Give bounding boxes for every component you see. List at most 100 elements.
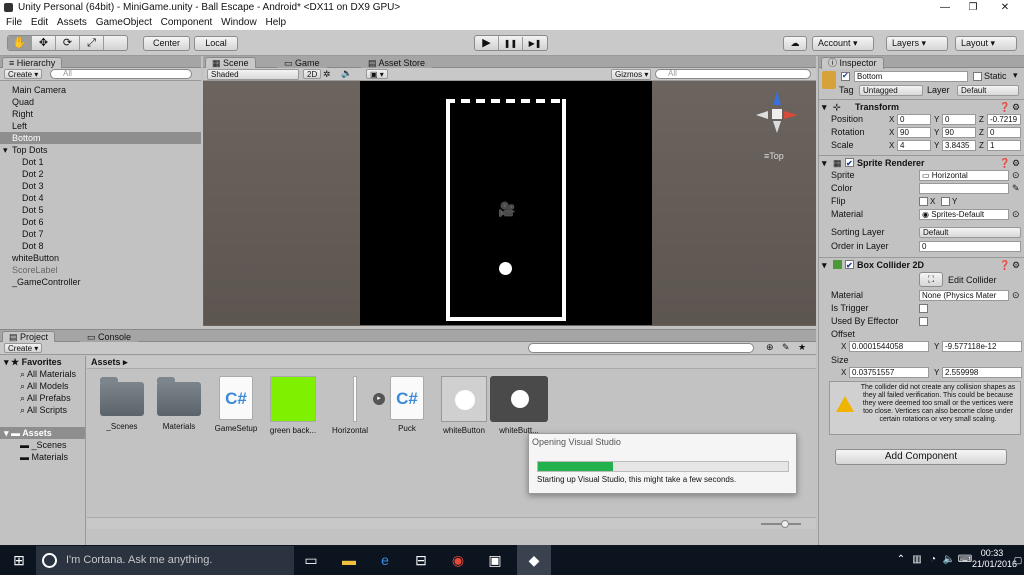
favorite-all-materials[interactable]: ⌕ All Materials bbox=[0, 368, 85, 380]
notifications-icon[interactable]: ▢ bbox=[1012, 550, 1024, 570]
lighting-toggle-icon[interactable]: ✲ bbox=[323, 69, 331, 80]
rotation-y-field[interactable]: 90 bbox=[942, 127, 976, 138]
static-checkbox[interactable] bbox=[973, 72, 982, 81]
hierarchy-item[interactable]: Bottom bbox=[0, 132, 201, 144]
component-help-icon[interactable]: ❓ bbox=[999, 100, 1010, 114]
favorite-all-prefabs[interactable]: ⌕ All Prefabs bbox=[0, 392, 85, 404]
add-component-button[interactable]: Add Component bbox=[835, 449, 1007, 465]
favorites-header[interactable]: ▾ ★ Favorites bbox=[0, 356, 85, 368]
hierarchy-item[interactable]: Main Camera bbox=[0, 84, 201, 96]
scale-y-field[interactable]: 3.8435 bbox=[942, 140, 976, 151]
offset-y-field[interactable]: -9.577118e-12 bbox=[942, 341, 1022, 352]
hierarchy-item[interactable]: Dot 4 bbox=[0, 192, 201, 204]
pause-button[interactable]: ❚❚ bbox=[499, 37, 523, 50]
object-picker-icon[interactable]: ⊙ bbox=[1012, 289, 1020, 302]
component-help-icon[interactable]: ❓ bbox=[999, 258, 1010, 272]
menu-gameobject[interactable]: GameObject bbox=[96, 16, 152, 30]
hierarchy-search-input[interactable]: All bbox=[50, 69, 192, 79]
is-trigger-checkbox[interactable] bbox=[919, 304, 928, 313]
hierarchy-create-button[interactable]: Create ▾ bbox=[4, 69, 43, 79]
audio-toggle-icon[interactable]: 🔈 bbox=[341, 68, 352, 79]
scene-search-input[interactable]: All bbox=[655, 69, 811, 79]
hierarchy-item[interactable]: _GameController bbox=[0, 276, 201, 288]
menu-edit[interactable]: Edit bbox=[31, 16, 48, 30]
gizmos-dropdown[interactable]: Gizmos ▾ bbox=[611, 69, 651, 80]
hierarchy-item[interactable]: Dot 7 bbox=[0, 228, 201, 240]
object-picker-icon[interactable]: ⊙ bbox=[1012, 169, 1020, 182]
size-y-field[interactable]: 2.559998 bbox=[942, 367, 1022, 378]
move-tool-icon[interactable]: ✥ bbox=[32, 36, 56, 50]
transform-header[interactable]: ▾ ⊹ Transform ❓ ⚙ bbox=[819, 99, 1024, 113]
restore-button[interactable]: ❐ bbox=[958, 0, 988, 16]
tree-folder-materials[interactable]: ▬ Materials bbox=[0, 451, 85, 463]
hierarchy-item[interactable]: Dot 8 bbox=[0, 240, 201, 252]
cortana-search-box[interactable]: I'm Cortana. Ask me anything. bbox=[36, 546, 294, 575]
asset-item[interactable]: C# Puck bbox=[378, 376, 436, 433]
flip-x-checkbox[interactable] bbox=[919, 197, 928, 206]
favorite-all-scripts[interactable]: ⌕ All Scripts bbox=[0, 404, 85, 416]
flip-y-checkbox[interactable] bbox=[941, 197, 950, 206]
cloud-icon[interactable]: ☁ bbox=[783, 36, 807, 51]
sorting-layer-dropdown[interactable]: Default bbox=[919, 227, 1021, 238]
asset-item[interactable]: whiteButton bbox=[435, 376, 493, 435]
pivot-center-button[interactable]: Center bbox=[143, 36, 190, 51]
active-checkbox[interactable] bbox=[841, 71, 850, 81]
box-collider-header[interactable]: ▾ Box Collider 2D ❓ ⚙ bbox=[819, 257, 1024, 273]
collider-material-field[interactable]: None (Physics Mater bbox=[919, 290, 1009, 301]
filter-type-icon[interactable]: ⊕ bbox=[766, 342, 774, 353]
filter-label-icon[interactable]: ✎ bbox=[782, 342, 790, 353]
space-local-button[interactable]: Local bbox=[194, 36, 238, 51]
store-icon[interactable]: ⊟ bbox=[410, 550, 432, 570]
tag-dropdown[interactable]: Untagged bbox=[859, 85, 923, 96]
gizmo-neg-x-icon[interactable] bbox=[756, 111, 768, 119]
menu-assets[interactable]: Assets bbox=[57, 16, 87, 30]
mode-2d-toggle[interactable]: 2D bbox=[303, 69, 322, 79]
edit-collider-button[interactable]: ⛶ bbox=[919, 272, 943, 287]
gizmo-center-icon[interactable] bbox=[772, 109, 782, 119]
hierarchy-item[interactable]: Dot 1 bbox=[0, 156, 201, 168]
rotate-tool-icon[interactable]: ⟳ bbox=[56, 36, 80, 50]
offset-x-field[interactable]: 0.0001544058 bbox=[849, 341, 929, 352]
hierarchy-item[interactable]: ▾ Top Dots bbox=[0, 144, 201, 156]
static-dropdown-icon[interactable]: ▾ bbox=[1013, 70, 1018, 81]
asset-item[interactable]: Materials bbox=[150, 376, 208, 431]
sprite-renderer-enabled-checkbox[interactable] bbox=[845, 157, 854, 171]
hierarchy-item[interactable]: ScoreLabel bbox=[0, 264, 201, 276]
scale-tool-icon[interactable]: ⤢ bbox=[80, 36, 104, 50]
file-explorer-icon[interactable]: ▬ bbox=[338, 550, 360, 570]
asset-item[interactable]: whiteButt... bbox=[489, 376, 549, 435]
slider-handle[interactable] bbox=[781, 520, 789, 528]
rotation-z-field[interactable]: 0 bbox=[987, 127, 1021, 138]
object-name-field[interactable]: Bottom bbox=[854, 71, 968, 82]
effects-dropdown[interactable]: ▣ ▾ bbox=[366, 69, 388, 79]
expand-arrow-icon[interactable]: ▾ bbox=[3, 144, 8, 156]
expand-arrow-icon[interactable]: ▾ bbox=[822, 258, 827, 272]
gizmo-z-axis-icon[interactable] bbox=[773, 91, 781, 105]
edge-browser-icon[interactable]: e bbox=[374, 550, 396, 570]
box-collider-enabled-checkbox[interactable] bbox=[845, 259, 854, 273]
eyedropper-icon[interactable]: ✎ bbox=[1012, 182, 1020, 195]
hierarchy-item[interactable]: whiteButton bbox=[0, 252, 201, 264]
layout-dropdown[interactable]: Layout ▾ bbox=[955, 36, 1017, 51]
tab-inspector[interactable]: ⓘ Inspector bbox=[821, 57, 884, 69]
hierarchy-item[interactable]: Right bbox=[0, 108, 201, 120]
close-button[interactable]: ✕ bbox=[990, 0, 1020, 16]
rect-tool-icon[interactable]: ▣ bbox=[8, 50, 32, 51]
layer-dropdown[interactable]: Default bbox=[957, 85, 1019, 96]
component-settings-icon[interactable]: ⚙ bbox=[1012, 258, 1020, 272]
shading-dropdown[interactable]: Shaded bbox=[207, 69, 299, 80]
component-settings-icon[interactable]: ⚙ bbox=[1012, 156, 1020, 170]
menu-file[interactable]: File bbox=[6, 16, 22, 30]
assets-root[interactable]: ▾ ▬ Assets bbox=[0, 427, 85, 439]
hierarchy-item[interactable]: Dot 6 bbox=[0, 216, 201, 228]
position-z-field[interactable]: -0.7219 bbox=[987, 114, 1021, 125]
hierarchy-item[interactable]: Quad bbox=[0, 96, 201, 108]
system-clock[interactable]: 00:33 21/01/2016 bbox=[972, 548, 1017, 570]
position-y-field[interactable]: 0 bbox=[942, 114, 976, 125]
favorite-star-icon[interactable]: ★ bbox=[798, 342, 806, 353]
unity-taskbar-icon[interactable]: ◆ bbox=[517, 545, 551, 575]
windows-start-icon[interactable]: ⊞ bbox=[8, 550, 30, 570]
app-window-icon[interactable]: ▣ bbox=[484, 550, 506, 570]
favorite-all-models[interactable]: ⌕ All Models bbox=[0, 380, 85, 392]
layers-dropdown[interactable]: Layers ▾ bbox=[886, 36, 948, 51]
